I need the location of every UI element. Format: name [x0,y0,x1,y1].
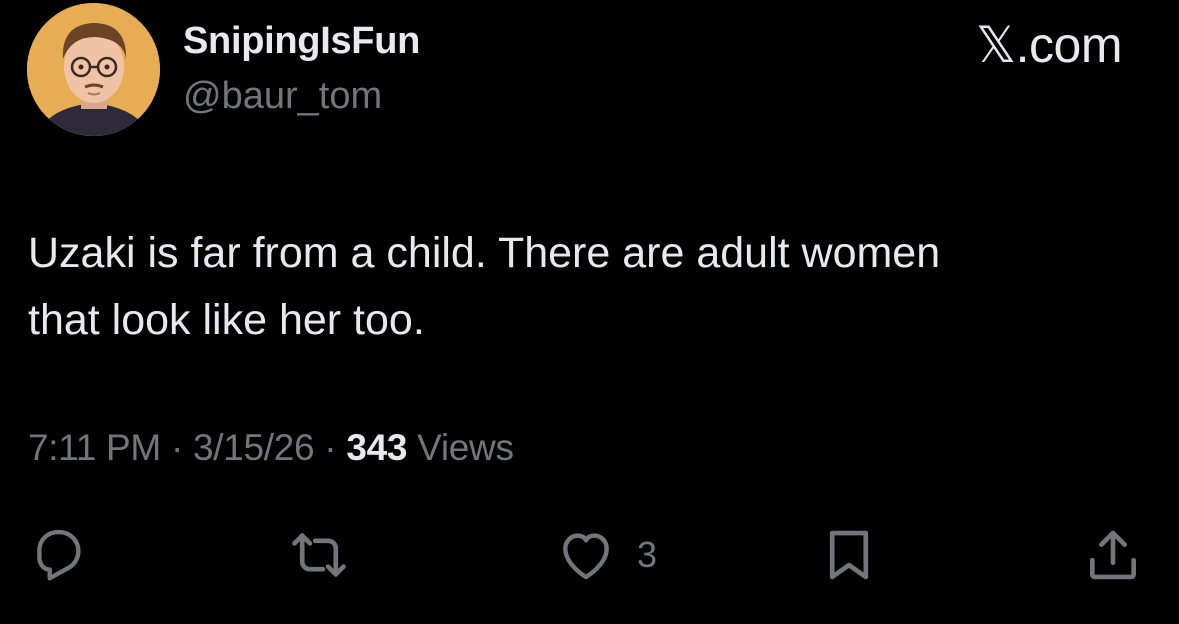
tweet-text: Uzaki is far from a child. There are adu… [28,220,1138,354]
action-bar: 3 [0,520,1179,590]
bookmark-button[interactable] [818,520,880,590]
tweet-meta: 7:11 PM · 3/15/26 · 343 Views [28,427,514,469]
share-button[interactable] [1082,520,1144,590]
bookmark-icon [829,530,869,580]
meta-separator: · [170,427,183,468]
tweet-text-line: that look like her too. [28,296,425,344]
repost-icon [292,533,346,577]
tweet-text-line: Uzaki is far from a child. There are adu… [28,229,941,277]
views-label: Views [417,427,514,468]
author-display-name[interactable]: SnipingIsFun [183,20,420,63]
tweet-date[interactable]: 3/15/26 [193,427,315,468]
reply-button[interactable] [27,520,89,590]
heart-icon [563,533,609,580]
tweet-time[interactable]: 7:11 PM [28,427,161,468]
like-count: 3 [637,534,658,575]
brand-logo: 𝕏.com [975,17,1123,73]
avatar[interactable] [27,3,160,136]
views-count: 343 [346,427,408,468]
reply-icon [37,529,81,581]
like-button[interactable]: 3 [553,520,657,590]
share-icon [1090,530,1136,580]
author-handle[interactable]: @baur_tom [183,75,382,118]
meta-separator: · [324,427,337,468]
repost-button[interactable] [286,520,352,590]
avatar-illustration [27,3,160,136]
